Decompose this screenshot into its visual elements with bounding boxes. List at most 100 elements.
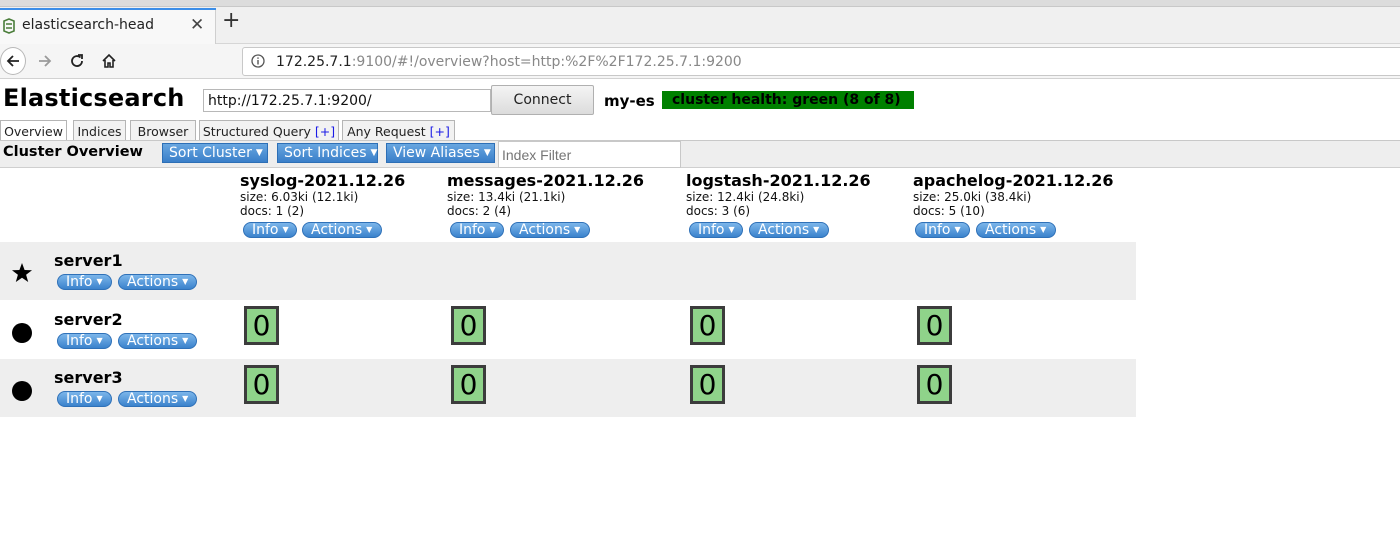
shard-box[interactable]: 0 xyxy=(244,306,279,345)
tab-browser[interactable]: Browser xyxy=(130,120,196,141)
app-title: Elasticsearch xyxy=(3,84,185,112)
tab-any-request[interactable]: Any Request [+] xyxy=(342,120,455,141)
index-name: logstash-2021.12.26 xyxy=(686,171,871,190)
caret-down-icon: ▼ xyxy=(182,277,189,286)
info-label: Info xyxy=(252,222,279,238)
connect-button[interactable]: Connect xyxy=(491,85,594,115)
caret-down-icon: ▼ xyxy=(96,394,103,403)
caret-down-icon: ▼ xyxy=(483,148,491,158)
index-info-button[interactable]: Info ▼ xyxy=(915,222,970,238)
view-aliases-dropdown[interactable]: View Aliases ▼ xyxy=(386,143,495,163)
node-info-button[interactable]: Info ▼ xyxy=(57,391,112,407)
caret-down-icon: ▼ xyxy=(255,148,263,158)
index-header-apachelog: apachelog-2021.12.26 size: 25.0ki (38.4k… xyxy=(913,171,1114,218)
actions-label: Actions xyxy=(127,333,179,349)
node-row-server1: server1 Info ▼ Actions ▼ xyxy=(0,242,1136,300)
node-actions-button[interactable]: Actions ▼ xyxy=(118,333,197,349)
index-info-button[interactable]: Info ▼ xyxy=(243,222,297,238)
info-label: Info xyxy=(66,333,93,349)
shard-box[interactable]: 0 xyxy=(917,306,952,345)
tab-overview[interactable]: Overview xyxy=(0,120,67,142)
tab-structured-query[interactable]: Structured Query [+] xyxy=(199,120,339,141)
browser-tab[interactable]: elasticsearch-head ✕ xyxy=(0,8,216,44)
address-url: 172.25.7.1:9100/#!/overview?host=http:%2… xyxy=(276,54,742,70)
circle-icon xyxy=(12,323,32,343)
caret-down-icon: ▼ xyxy=(366,225,373,234)
index-size: size: 12.4ki (24.8ki) xyxy=(686,190,805,204)
info-label: Info xyxy=(66,391,93,407)
tab-browser-label: Browser xyxy=(137,124,189,139)
info-label: Info xyxy=(459,222,486,238)
info-label: Info xyxy=(66,274,93,290)
tab-indices[interactable]: Indices xyxy=(73,120,126,141)
tab-any-request-label: Any Request xyxy=(347,124,430,139)
window-top-edge xyxy=(0,0,1400,7)
index-actions-button[interactable]: Actions ▼ xyxy=(749,222,829,238)
index-docs: docs: 1 (2) xyxy=(240,204,305,218)
index-header-syslog: syslog-2021.12.26 size: 6.03ki (12.1ki) … xyxy=(240,171,405,218)
shard-box[interactable]: 0 xyxy=(917,365,952,404)
index-name: syslog-2021.12.26 xyxy=(240,171,406,190)
index-info-button[interactable]: Info ▼ xyxy=(450,222,504,238)
index-actions-button[interactable]: Actions ▼ xyxy=(510,222,590,238)
info-label: Info xyxy=(698,222,725,238)
forward-button[interactable] xyxy=(32,48,58,74)
node-name: server1 xyxy=(54,251,123,270)
node-info-button[interactable]: Info ▼ xyxy=(57,333,112,349)
info-icon[interactable] xyxy=(251,54,265,68)
overview-toolbar: Cluster Overview Sort Cluster ▼ Sort Indi… xyxy=(0,140,1400,168)
index-docs: docs: 5 (10) xyxy=(913,204,985,218)
shard-box[interactable]: 0 xyxy=(244,365,279,404)
sort-cluster-dropdown[interactable]: Sort Cluster ▼ xyxy=(162,143,268,163)
browser-tabbar: elasticsearch-head ✕ + xyxy=(0,0,1400,44)
caret-down-icon: ▼ xyxy=(728,225,735,234)
browser-navbar: 172.25.7.1:9100/#!/overview?host=http:%2… xyxy=(0,44,1400,79)
sort-cluster-label: Sort Cluster xyxy=(169,145,252,161)
star-icon xyxy=(12,263,32,282)
reload-icon xyxy=(71,54,83,67)
caret-down-icon: ▼ xyxy=(489,225,496,234)
shard-box[interactable]: 0 xyxy=(690,306,725,345)
node-actions-button[interactable]: Actions ▼ xyxy=(118,391,197,407)
caret-down-icon: ▼ xyxy=(96,277,103,286)
index-actions-button[interactable]: Actions ▼ xyxy=(302,222,382,238)
caret-down-icon: ▼ xyxy=(182,336,189,345)
caret-down-icon: ▼ xyxy=(182,394,189,403)
index-filter-input[interactable] xyxy=(498,141,681,168)
actions-label: Actions xyxy=(985,222,1037,238)
home-button[interactable] xyxy=(96,48,122,74)
index-header-messages: messages-2021.12.26 size: 13.4ki (21.1ki… xyxy=(447,171,644,218)
new-tab-button[interactable]: + xyxy=(222,10,240,32)
node-info-button[interactable]: Info ▼ xyxy=(57,274,112,290)
tab-structured-query-plus: [+] xyxy=(314,124,336,139)
node-actions-button[interactable]: Actions ▼ xyxy=(118,274,197,290)
index-info-button[interactable]: Info ▼ xyxy=(689,222,743,238)
shard-box[interactable]: 0 xyxy=(451,306,486,345)
cluster-url-input[interactable] xyxy=(203,89,491,112)
address-bar[interactable]: 172.25.7.1:9100/#!/overview?host=http:%2… xyxy=(242,47,1400,76)
arrow-right-icon xyxy=(39,55,52,67)
index-name: apachelog-2021.12.26 xyxy=(913,171,1114,190)
sort-indices-dropdown[interactable]: Sort Indices ▼ xyxy=(277,143,378,163)
close-tab-icon[interactable]: ✕ xyxy=(190,15,204,35)
index-docs: docs: 2 (4) xyxy=(447,204,512,218)
reload-button[interactable] xyxy=(64,48,90,74)
index-actions-button[interactable]: Actions ▼ xyxy=(976,222,1056,238)
caret-down-icon: ▼ xyxy=(282,225,289,234)
actions-label: Actions xyxy=(127,391,179,407)
shard-box[interactable]: 0 xyxy=(690,365,725,404)
shard-box[interactable]: 0 xyxy=(451,365,486,404)
caret-down-icon: ▼ xyxy=(813,225,820,234)
tab-structured-query-label: Structured Query xyxy=(202,124,315,139)
node-name: server3 xyxy=(54,368,123,387)
caret-down-icon: ▼ xyxy=(96,336,103,345)
node-name: server2 xyxy=(54,310,123,329)
caret-down-icon: ▼ xyxy=(370,148,378,158)
actions-label: Actions xyxy=(519,222,571,238)
tab-overview-label: Overview xyxy=(4,124,63,139)
app-content: Elasticsearch Connect my-es cluster heal… xyxy=(0,80,1400,553)
back-button[interactable] xyxy=(0,47,26,75)
index-header-logstash: logstash-2021.12.26 size: 12.4ki (24.8ki… xyxy=(686,171,871,218)
sort-indices-label: Sort Indices xyxy=(284,145,367,161)
index-size: size: 6.03ki (12.1ki) xyxy=(240,190,359,204)
